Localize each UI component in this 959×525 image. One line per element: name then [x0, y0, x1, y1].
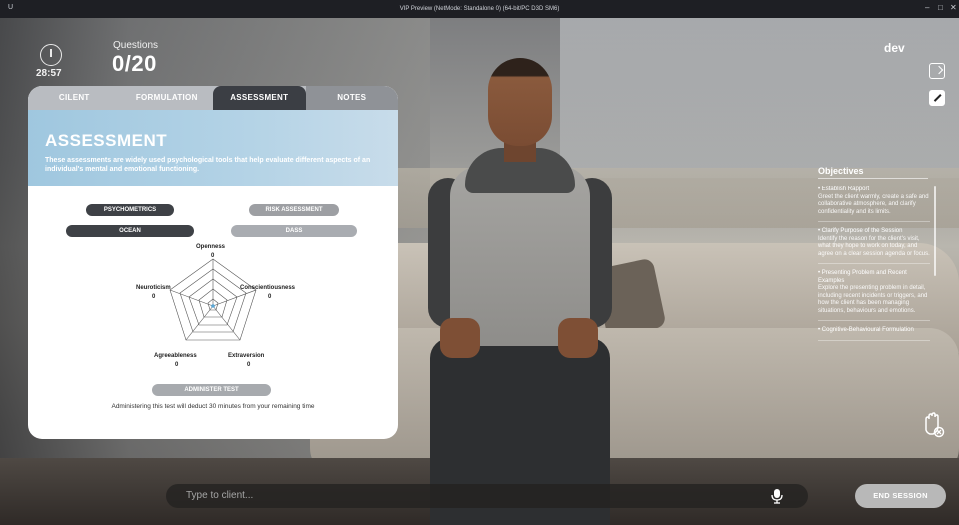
objective-item: • Clarify Purpose of the Session Identif… [818, 228, 930, 264]
end-session-button[interactable]: END SESSION [855, 484, 946, 508]
raise-hand-icon[interactable] [918, 410, 946, 438]
objectives-scrollbar[interactable] [934, 186, 936, 276]
radar-label-extraversion: Extraversion [228, 353, 265, 359]
divider [818, 178, 928, 179]
objective-heading: • Clarify Purpose of the Session [818, 228, 903, 234]
minimize-button[interactable]: – [925, 3, 929, 12]
radar-value-openness: 0 [211, 253, 215, 259]
chat-input[interactable]: Type to client... [166, 484, 808, 508]
avatar-hand [558, 318, 598, 358]
microphone-icon[interactable] [770, 488, 784, 504]
radar-label-conscientiousness: Conscientiousness [240, 285, 296, 291]
objective-item: • Presenting Problem and Recent Examples… [818, 270, 930, 321]
objective-heading: • Cognitive-Behavioural Formulation [818, 327, 914, 333]
tab-assessment[interactable]: ASSESSMENT [213, 86, 306, 110]
user-label: dev [884, 41, 905, 55]
timer-icon [40, 44, 62, 66]
administer-note: Administering this test will deduct 30 m… [111, 403, 315, 410]
avatar-hand [440, 318, 480, 358]
radar-label-neuroticism: Neuroticism [136, 285, 171, 291]
panel-description: These assessments are widely used psycho… [45, 157, 371, 173]
risk-assessment-button[interactable]: RISK ASSESSMENT [249, 204, 339, 216]
panel-tabs: CILENT FORMULATION ASSESSMENT NOTES [28, 86, 398, 110]
close-button[interactable]: ✕ [950, 3, 957, 12]
avatar-head [488, 58, 552, 146]
panel-header: ASSESSMENT These assessments are widely … [28, 110, 398, 186]
timer-text: 28:57 [36, 68, 62, 79]
objective-text: Identify the reason for the client's vis… [818, 235, 930, 257]
radar-label-openness: Openness [196, 244, 226, 250]
objective-heading: • Presenting Problem and Recent Examples [818, 270, 907, 284]
radar-data-point [211, 304, 215, 308]
objective-text: Explore the presenting problem in detail… [818, 285, 928, 314]
objective-item: • Cognitive-Behavioural Formulation [818, 327, 930, 341]
radar-value-neuroticism: 0 [152, 294, 156, 300]
window-titlebar: U VIP Preview (NetMode: Standalone 0) (6… [0, 0, 959, 18]
objective-heading: • Establish Rapport [818, 186, 870, 192]
radar-value-extraversion: 0 [247, 362, 251, 368]
radar-label-agreeableness: Agreeableness [154, 353, 197, 359]
panel-title: ASSESSMENT [45, 131, 168, 150]
questions-count: 0/20 [112, 51, 157, 76]
assessment-panel: CILENT FORMULATION ASSESSMENT NOTES ASSE… [28, 86, 398, 439]
pencil-icon[interactable] [929, 90, 945, 106]
maximize-button[interactable]: □ [938, 3, 943, 12]
chat-placeholder: Type to client... [186, 490, 254, 501]
psychometrics-button[interactable]: PSYCHOMETRICS [86, 204, 174, 216]
ocean-radar-chart: Openness 0 Conscientiousness 0 Extravers… [128, 236, 298, 376]
exit-icon[interactable] [929, 63, 945, 79]
questions-label: Questions [113, 40, 159, 51]
radar-value-conscientiousness: 0 [268, 294, 272, 300]
objectives-list[interactable]: • Establish Rapport Greet the client war… [818, 186, 930, 396]
objective-text: Greet the client warmly, create a safe a… [818, 193, 929, 215]
window-title: VIP Preview (NetMode: Standalone 0) (64-… [399, 6, 560, 12]
client-avatar [410, 48, 620, 525]
radar-value-agreeableness: 0 [175, 362, 179, 368]
tab-client[interactable]: CILENT [28, 86, 121, 110]
tab-formulation[interactable]: FORMULATION [121, 86, 214, 110]
objectives-title: Objectives [818, 166, 864, 176]
objective-item: • Establish Rapport Greet the client war… [818, 186, 930, 222]
administer-test-button[interactable]: ADMINISTER TEST [152, 384, 271, 396]
tab-notes[interactable]: NOTES [305, 86, 398, 110]
